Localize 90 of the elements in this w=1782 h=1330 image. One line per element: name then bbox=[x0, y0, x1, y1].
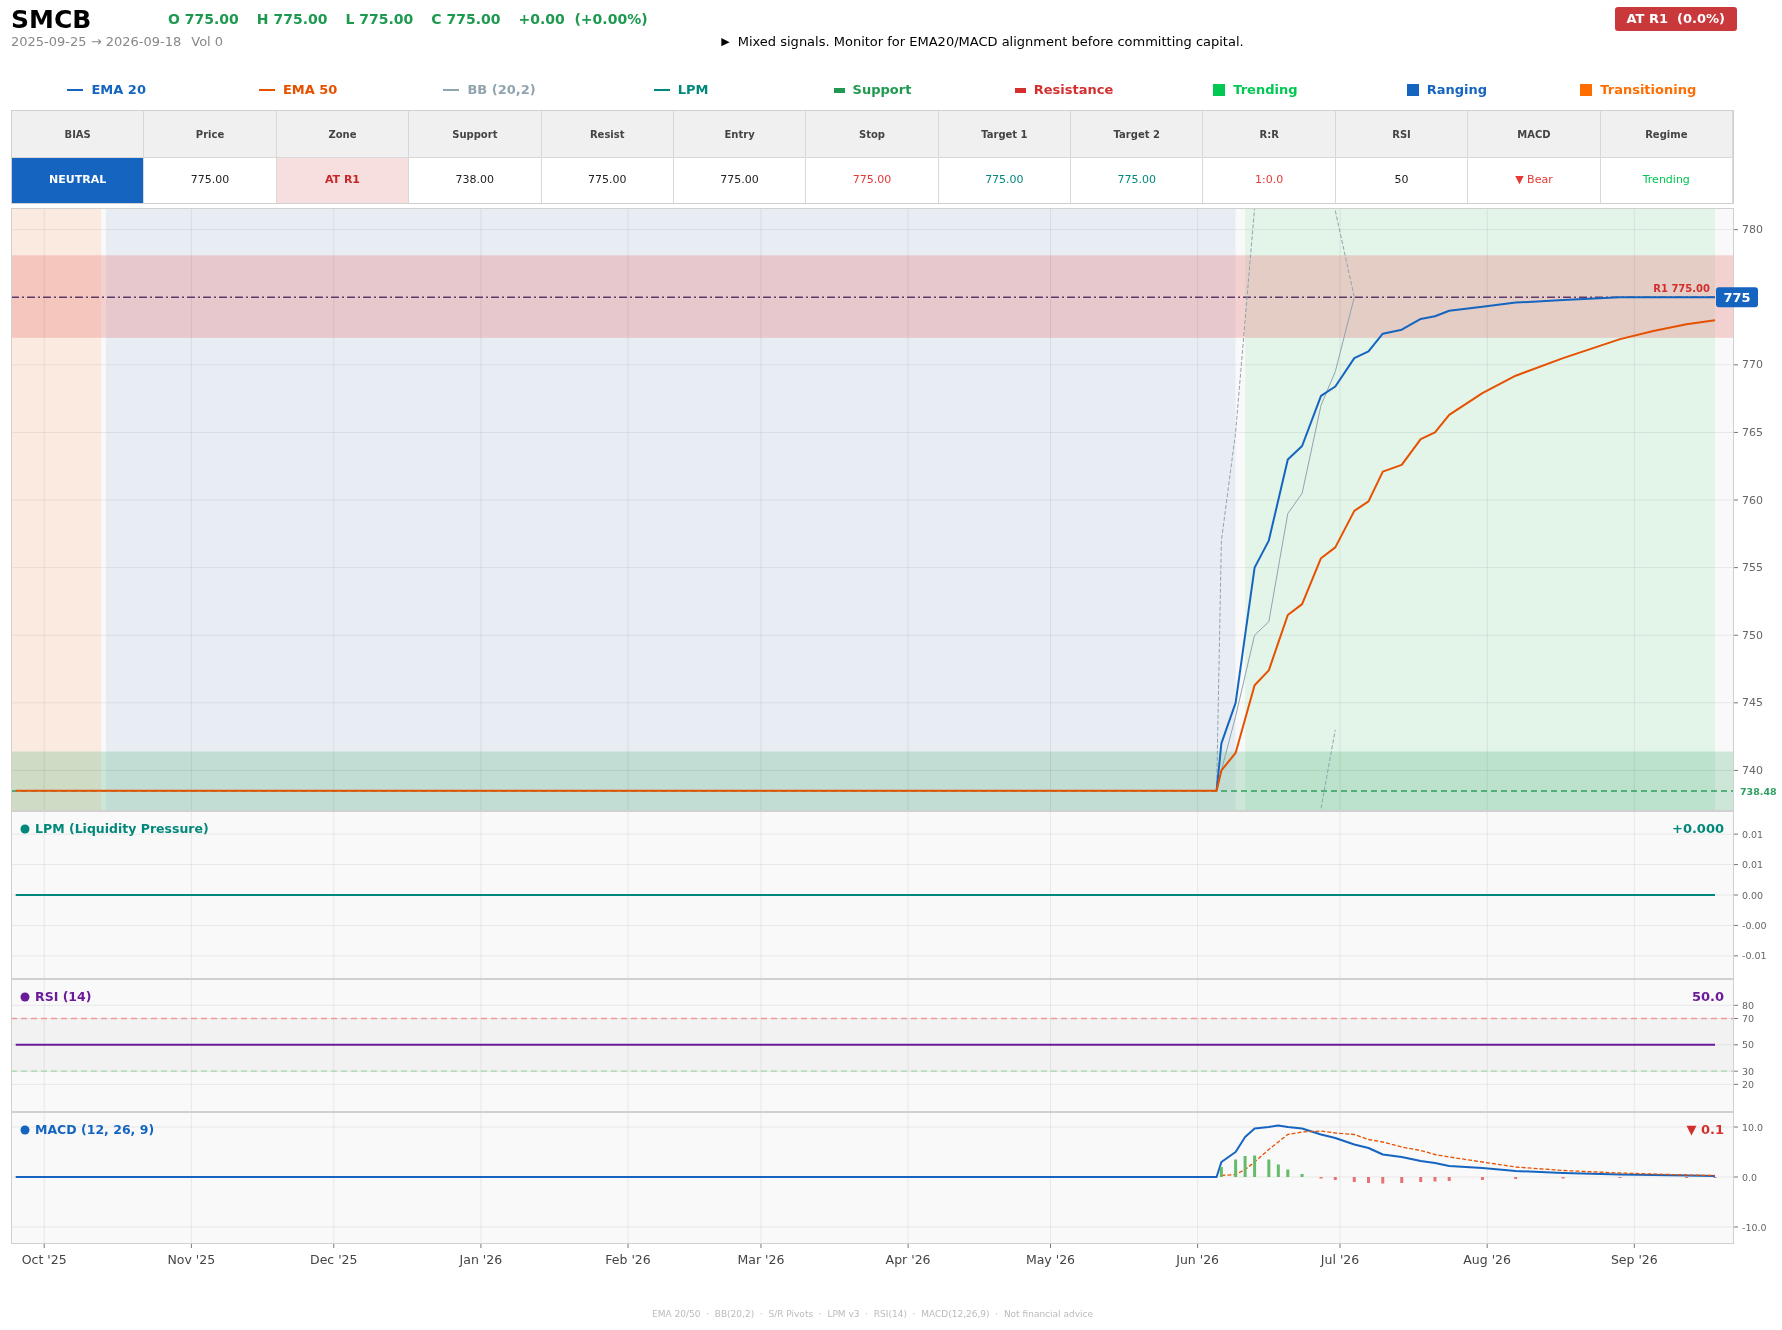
axis-tick-label: Dec '25 bbox=[310, 1252, 358, 1267]
table-cell: 775.00 bbox=[1071, 157, 1204, 203]
axis-tick-label: 0.00 bbox=[1742, 889, 1764, 901]
panel-title: RSI (14) bbox=[35, 989, 92, 1004]
column-header: MACD bbox=[1468, 111, 1601, 157]
play-icon: ▶ bbox=[721, 33, 730, 51]
axis-tick-label: 0.0 bbox=[1742, 1171, 1758, 1183]
axis-tick-label: Apr '26 bbox=[885, 1252, 931, 1267]
column-header: BIAS bbox=[12, 111, 145, 157]
table-cell: AT R1 bbox=[276, 157, 410, 203]
legend-label: Transitioning bbox=[1600, 81, 1697, 100]
legend-label: EMA 20 bbox=[91, 81, 146, 100]
axis-tick-label: 70 bbox=[1742, 1013, 1755, 1024]
axis-tick-label: 765 bbox=[1742, 425, 1763, 439]
axis-tick-label: 770 bbox=[1742, 358, 1763, 372]
signal-message: Mixed signals. Monitor for EMA20/MACD alignment before committing capital. bbox=[737, 33, 1244, 52]
column-header: Support bbox=[409, 111, 542, 157]
axis-tick-label: -10.0 bbox=[1742, 1221, 1767, 1233]
panel-title: LPM (Liquidity Pressure) bbox=[35, 821, 209, 836]
annotation: 775 bbox=[1723, 290, 1751, 306]
axis-tick-label: 50 bbox=[1742, 1039, 1755, 1051]
axis-tick-label: 0.01 bbox=[1742, 828, 1764, 840]
level-label: 738.48 bbox=[1740, 786, 1777, 797]
column-header: Entry bbox=[673, 111, 807, 157]
date-range: 2025-09-25 → 2026-09-18 bbox=[11, 33, 182, 52]
axis-tick-label: 0.01 bbox=[1742, 859, 1764, 871]
column-header: Target 1 bbox=[938, 111, 1072, 157]
column-header: Resist bbox=[541, 111, 674, 157]
footer-note: EMA 20/50 · BB(20,2) · S/R Pivots · LPM v3 · RSI(14) · MACD(12,26,9) · Not financial advice bbox=[651, 1308, 1094, 1321]
column-header: RSI bbox=[1335, 111, 1469, 157]
axis-tick-label: 80 bbox=[1742, 999, 1755, 1011]
panel-value: ▼ 0.1 bbox=[1686, 1122, 1724, 1137]
zone-badge: AT R1 (0.0%) bbox=[1614, 7, 1737, 31]
axis-tick-label: May '26 bbox=[1025, 1252, 1076, 1267]
legend-label: Resistance bbox=[1033, 81, 1114, 100]
panel-value: +0.000 bbox=[1672, 821, 1724, 836]
axis-tick-label: Oct '25 bbox=[21, 1252, 67, 1267]
table-cell: 775.00 bbox=[673, 157, 807, 203]
volume-label: Vol 0 bbox=[191, 33, 225, 52]
axis-tick-label: 30 bbox=[1742, 1065, 1755, 1077]
table-cell: ▼ Bear bbox=[1468, 157, 1601, 203]
column-header: Target 2 bbox=[1071, 111, 1204, 157]
legend-label: Trending bbox=[1233, 81, 1298, 100]
column-header: Price bbox=[144, 111, 277, 157]
axis-tick-label: 10.0 bbox=[1742, 1121, 1764, 1133]
ohlc-value: +0.00 (+0.00%) bbox=[518, 10, 648, 29]
table-cell: 775.00 bbox=[144, 157, 277, 203]
axis-tick-label: 740 bbox=[1742, 763, 1763, 777]
panel-title: MACD (12, 26, 9) bbox=[35, 1122, 155, 1137]
axis-tick-label: 755 bbox=[1742, 561, 1763, 575]
axis-tick-label: 20 bbox=[1742, 1078, 1755, 1090]
ohlc-value: H 775.00 bbox=[256, 10, 328, 29]
legend-label: BB (20,2) bbox=[467, 81, 536, 100]
column-header: Zone bbox=[276, 111, 410, 157]
axis-tick-label: Aug '26 bbox=[1463, 1252, 1512, 1267]
table-cell: 775.00 bbox=[541, 157, 674, 203]
ohlc-value: L 775.00 bbox=[345, 10, 414, 29]
table-cell: 775.00 bbox=[806, 157, 939, 203]
table-cell: 1:0.0 bbox=[1203, 157, 1336, 203]
legend-label: LPM bbox=[677, 81, 709, 100]
ohlc-value: O 775.00 bbox=[168, 10, 239, 29]
column-header: Regime bbox=[1600, 111, 1733, 157]
axis-tick-label: 760 bbox=[1742, 493, 1763, 507]
axis-tick-label: Nov '25 bbox=[167, 1252, 216, 1267]
level-label: R1 775.00 bbox=[1653, 283, 1710, 295]
column-header: Stop bbox=[806, 111, 939, 157]
axis-tick-label: Sep '26 bbox=[1610, 1252, 1658, 1267]
axis-tick-label: -0.01 bbox=[1742, 950, 1767, 962]
axis-tick-label: 745 bbox=[1742, 696, 1763, 710]
table-cell: 50 bbox=[1335, 157, 1469, 203]
table-cell: 738.00 bbox=[409, 157, 542, 203]
legend-label: Ranging bbox=[1426, 81, 1487, 100]
panel-value: 50.0 bbox=[1691, 989, 1724, 1004]
ohlc-value: C 775.00 bbox=[431, 10, 501, 29]
ticker-symbol: SMCB bbox=[11, 3, 93, 32]
column-header: R:R bbox=[1203, 111, 1336, 157]
axis-tick-label: Mar '26 bbox=[737, 1252, 785, 1267]
axis-tick-label: -0.00 bbox=[1742, 919, 1767, 931]
legend-label: EMA 50 bbox=[282, 81, 338, 100]
table-cell: NEUTRAL bbox=[12, 157, 145, 203]
axis-tick-label: Jan '26 bbox=[459, 1252, 503, 1267]
legend-label: Support bbox=[852, 81, 912, 100]
axis-tick-label: 780 bbox=[1742, 223, 1763, 237]
axis-tick-label: Jul '26 bbox=[1320, 1252, 1360, 1267]
table-cell: Trending bbox=[1600, 157, 1733, 203]
table-cell: 775.00 bbox=[938, 157, 1072, 203]
price-tag: 775 bbox=[1716, 287, 1758, 308]
axis-tick-label: 750 bbox=[1742, 628, 1763, 642]
axis-tick-label: Feb '26 bbox=[605, 1252, 651, 1267]
axis-tick-label: Jun '26 bbox=[1176, 1252, 1220, 1267]
